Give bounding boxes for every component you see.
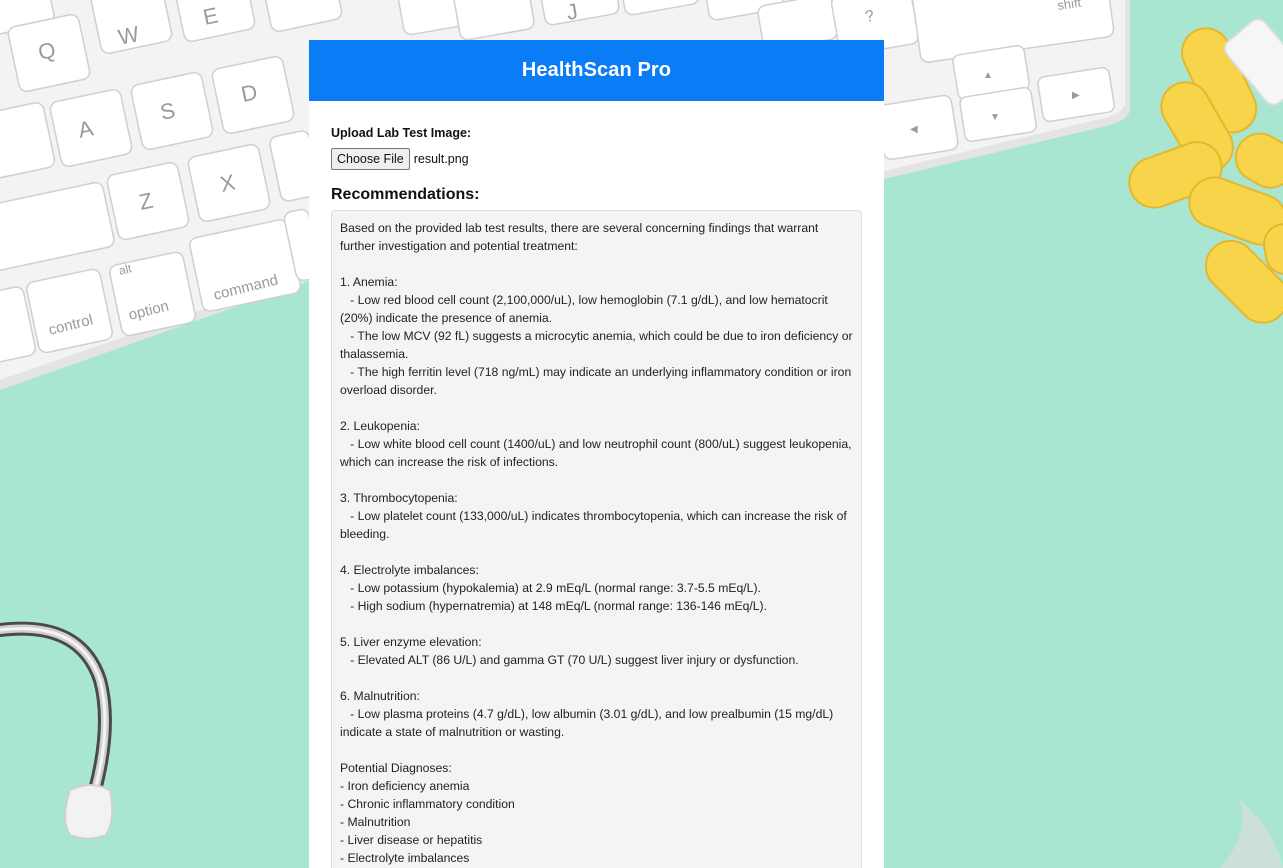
- recommendations-text: Based on the provided lab test results, …: [331, 210, 862, 868]
- file-input[interactable]: Choose File result.png: [331, 148, 862, 170]
- selected-file-name: result.png: [413, 152, 469, 166]
- svg-text:◀: ◀: [910, 124, 918, 135]
- svg-text:▼: ▼: [990, 112, 1000, 123]
- card-body: Upload Lab Test Image: Choose File resul…: [309, 101, 884, 868]
- app-title: HealthScan Pro: [521, 59, 672, 81]
- app-header: HealthScan Pro: [309, 40, 884, 101]
- svg-text:▶: ▶: [1072, 90, 1080, 101]
- choose-file-button[interactable]: Choose File: [331, 148, 410, 170]
- upload-label: Upload Lab Test Image:: [331, 126, 472, 140]
- recommendations-heading: Recommendations:: [331, 186, 480, 203]
- svg-text:▲: ▲: [983, 70, 993, 81]
- app-card: HealthScan Pro Upload Lab Test Image: Ch…: [309, 40, 884, 868]
